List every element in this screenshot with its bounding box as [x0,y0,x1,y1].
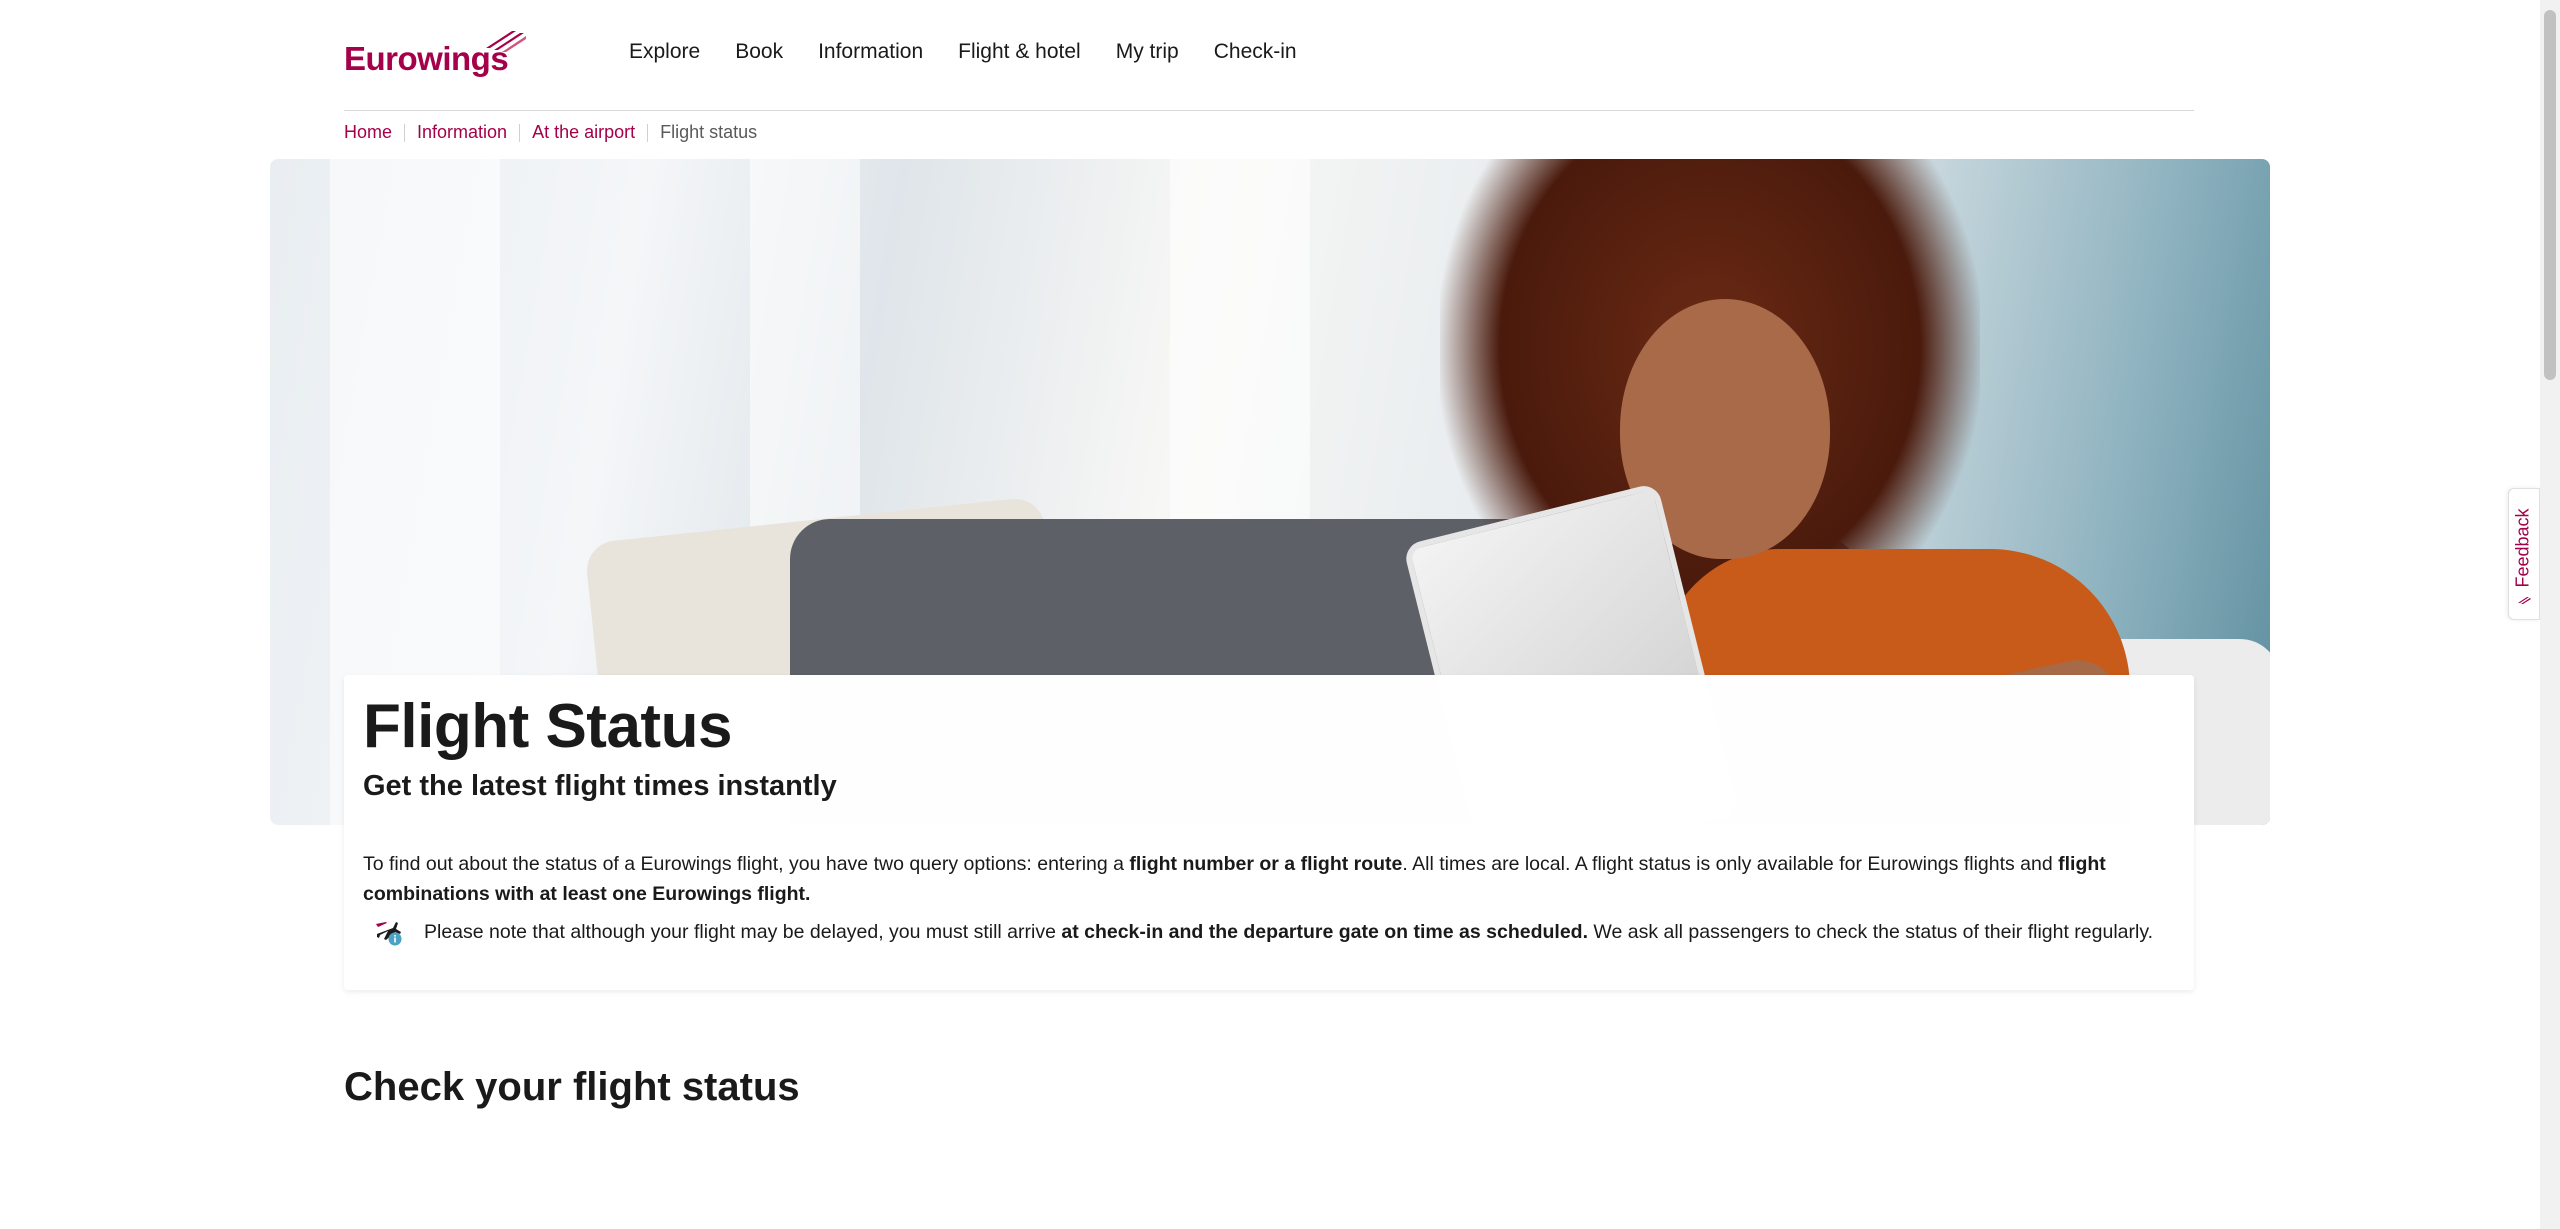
feedback-label: Feedback [2512,508,2533,588]
scrollbar-thumb[interactable] [2544,10,2556,380]
delay-notice-bold: at check-in and the departure gate on ti… [1061,920,1588,943]
breadcrumb-divider [404,123,406,142]
page-title: Flight Status [363,692,732,761]
delay-notice-text: Please note that although your flight ma… [424,921,2153,944]
nav-book[interactable]: Book [735,40,783,64]
delayed-flight-icon [376,922,402,946]
nav-information[interactable]: Information [818,40,923,64]
check-flight-status-heading: Check your flight status [344,1065,800,1109]
nav-explore[interactable]: Explore [629,40,700,64]
delay-notice-part: Please note that although your flight ma… [424,920,1062,943]
feedback-tab[interactable]: Feedback [2508,488,2540,620]
main-nav: Explore Book Information Flight & hotel … [629,40,1332,64]
eurowings-logo[interactable]: Eurowings [344,28,544,84]
logo-wings-icon [486,31,526,52]
breadcrumb-at-the-airport[interactable]: At the airport [532,122,635,143]
intro-text-bold: flight number or a flight route [1129,852,1403,875]
flight-status-intro-card: Flight Status Get the latest flight time… [344,675,2194,990]
feedback-logo-icon [2518,597,2531,604]
nav-my-trip[interactable]: My trip [1116,40,1179,64]
site-header: Eurowings Explore Book Information Fligh… [344,0,2194,111]
nav-flight-hotel[interactable]: Flight & hotel [958,40,1081,64]
intro-text: To find out about the status of a Eurowi… [363,849,2173,909]
breadcrumb: Home Information At the airport Flight s… [344,122,757,143]
breadcrumb-flight-status: Flight status [660,122,758,142]
delay-notice: Please note that although your flight ma… [374,917,2174,947]
intro-text-part: . All times are local. A flight status i… [1402,852,2059,875]
nav-check-in[interactable]: Check-in [1214,40,1297,64]
page-subtitle: Get the latest flight times instantly [363,770,837,802]
breadcrumb-information[interactable]: Information [417,122,507,143]
breadcrumb-divider [647,123,649,142]
page-scrollbar[interactable] [2540,0,2560,1229]
breadcrumb-divider [519,123,521,142]
intro-text-part: To find out about the status of a Eurowi… [363,852,1130,875]
breadcrumb-home[interactable]: Home [344,122,392,143]
delay-notice-part: We ask all passengers to check the statu… [1588,920,2154,943]
